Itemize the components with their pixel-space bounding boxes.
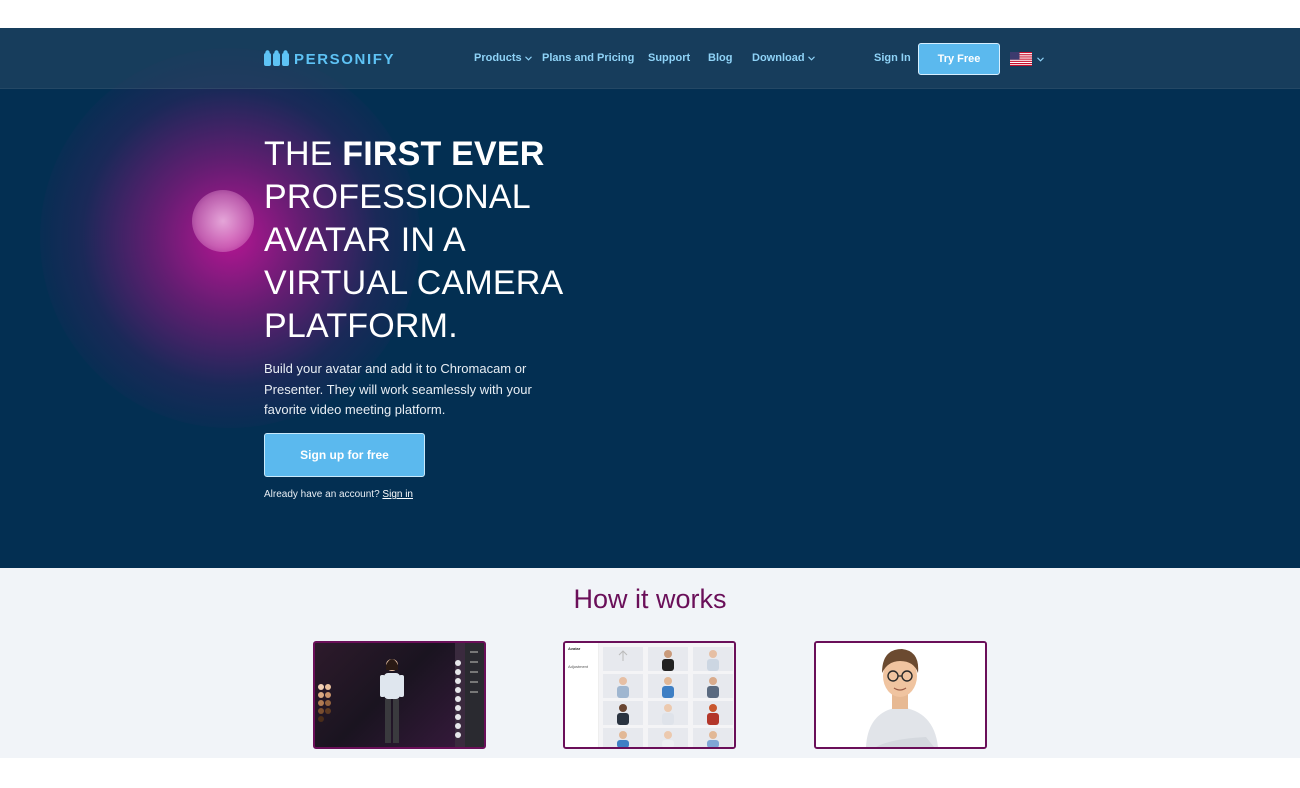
chevron-down-icon <box>1037 56 1044 62</box>
nav-download[interactable]: Download <box>752 52 815 64</box>
avatar-gallery-illustration <box>565 643 734 747</box>
nav-sign-in[interactable]: Sign In <box>874 52 911 64</box>
sign-in-link[interactable]: Sign in <box>382 489 413 500</box>
top-whitespace <box>0 0 1300 28</box>
nav-support[interactable]: Support <box>648 52 690 64</box>
nav-products[interactable]: Products <box>474 52 532 64</box>
nav-download-label: Download <box>752 52 805 64</box>
how-it-works-title: How it works <box>573 584 727 614</box>
chevron-down-icon <box>524 55 532 61</box>
language-selector[interactable] <box>1010 52 1044 66</box>
logo-text: PERSONIFY <box>294 50 396 68</box>
nav-blog[interactable]: Blog <box>708 52 732 64</box>
how-it-works-section: How it works Avatar Adjustment <box>0 568 1300 758</box>
nav-plans-and-pricing[interactable]: Plans and Pricing <box>542 52 634 64</box>
chevron-down-icon <box>807 55 815 61</box>
avatar-editor-illustration <box>318 643 484 747</box>
gallery-menu-title: Avatar <box>568 646 581 651</box>
bottom-whitespace <box>0 758 1300 788</box>
how-it-works-card-avatar-gallery[interactable]: Avatar Adjustment <box>563 641 736 749</box>
headline-part-1: THE <box>264 135 343 173</box>
how-it-works-card-avatar-portrait[interactable] <box>814 641 987 749</box>
logo[interactable]: PERSONIFY <box>264 50 395 68</box>
hero-glow-dot-decoration <box>192 190 254 252</box>
sign-up-button[interactable]: Sign up for free <box>264 433 425 477</box>
avatar-portrait-illustration <box>816 643 985 747</box>
navbar: PERSONIFY Products Plans and Pricing Sup… <box>0 28 1300 89</box>
gallery-menu-item: Adjustment <box>568 664 589 669</box>
personify-logo-icon <box>264 50 289 66</box>
hero-headline: THE FIRST EVER PROFESSIONAL AVATAR IN A … <box>264 133 604 348</box>
headline-strong: FIRST EVER <box>342 135 545 173</box>
headline-part-2: PROFESSIONAL AVATAR IN A VIRTUAL CAMERA … <box>264 178 562 345</box>
already-have-account: Already have an account? Sign in <box>264 489 413 500</box>
already-text: Already have an account? <box>264 489 383 500</box>
us-flag-icon <box>1010 52 1032 66</box>
how-it-works-card-editor[interactable] <box>313 641 486 749</box>
hero-section: PERSONIFY Products Plans and Pricing Sup… <box>0 28 1300 568</box>
hero-subtext: Build your avatar and add it to Chromaca… <box>264 361 532 417</box>
nav-products-label: Products <box>474 52 522 64</box>
try-free-button[interactable]: Try Free <box>918 43 1000 75</box>
